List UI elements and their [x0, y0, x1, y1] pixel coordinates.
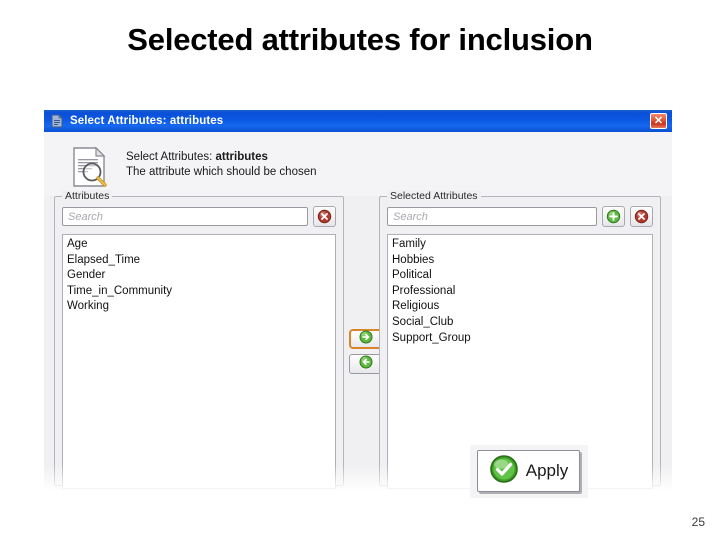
selected-attributes-add-button[interactable] [602, 206, 625, 227]
red-x-circle-icon [634, 209, 649, 224]
list-item[interactable]: Age [63, 237, 335, 253]
page-title: Selected attributes for inclusion [0, 22, 720, 58]
page-number: 25 [692, 515, 705, 529]
header-line-bold: attributes [216, 151, 268, 163]
attributes-search-input[interactable] [62, 207, 308, 226]
green-plus-circle-icon [606, 209, 621, 224]
close-icon[interactable]: ✕ [650, 113, 667, 129]
list-item[interactable]: Professional [388, 284, 652, 300]
green-arrow-right-circle-icon [359, 330, 373, 349]
list-item[interactable]: Political [388, 268, 652, 284]
dialog-titlebar: Select Attributes: attributes ✕ [44, 110, 672, 132]
selected-attributes-panel-legend: Selected Attributes [387, 190, 481, 202]
selected-attributes-clear-button[interactable] [630, 206, 653, 227]
green-check-circle-icon [489, 454, 519, 489]
header-line-prefix: Select Attributes: [126, 151, 216, 163]
attributes-listbox[interactable]: Age Elapsed_Time Gender Time_in_Communit… [62, 234, 336, 489]
apply-button[interactable]: Apply [477, 450, 580, 492]
list-item[interactable]: Support_Group [388, 331, 652, 347]
move-right-button[interactable] [349, 329, 383, 349]
apply-button-area: Apply [470, 445, 588, 498]
dialog-title-text: Select Attributes: attributes [70, 115, 223, 127]
selected-attributes-search-input[interactable] [387, 207, 597, 226]
transfer-button-group [349, 329, 375, 379]
list-item[interactable]: Working [63, 299, 335, 315]
attributes-panel-legend: Attributes [62, 190, 112, 202]
list-item[interactable]: Gender [63, 268, 335, 284]
list-item[interactable]: Religious [388, 299, 652, 315]
list-item[interactable]: Family [388, 237, 652, 253]
header-line-secondary: The attribute which should be chosen [126, 165, 317, 180]
list-item[interactable]: Hobbies [388, 253, 652, 269]
dialog-header: Select Attributes: attributes The attrib… [44, 132, 672, 196]
selected-attributes-panel: Selected Attributes [379, 196, 661, 486]
header-line-primary: Select Attributes: attributes [126, 150, 317, 165]
red-x-circle-icon [317, 209, 332, 224]
select-attributes-dialog: Select Attributes: attributes ✕ [44, 110, 672, 492]
attributes-panel: Attributes Age Elapsed_Time Gender [54, 196, 344, 486]
window-document-icon [49, 113, 65, 129]
move-left-button[interactable] [349, 354, 383, 374]
header-text-block: Select Attributes: attributes The attrib… [126, 144, 317, 180]
document-search-icon [66, 144, 112, 190]
list-item[interactable]: Social_Club [388, 315, 652, 331]
list-item[interactable]: Elapsed_Time [63, 253, 335, 269]
attributes-clear-button[interactable] [313, 206, 336, 227]
green-arrow-left-circle-icon [359, 355, 373, 374]
list-item[interactable]: Time_in_Community [63, 284, 335, 300]
apply-button-label: Apply [526, 461, 569, 481]
